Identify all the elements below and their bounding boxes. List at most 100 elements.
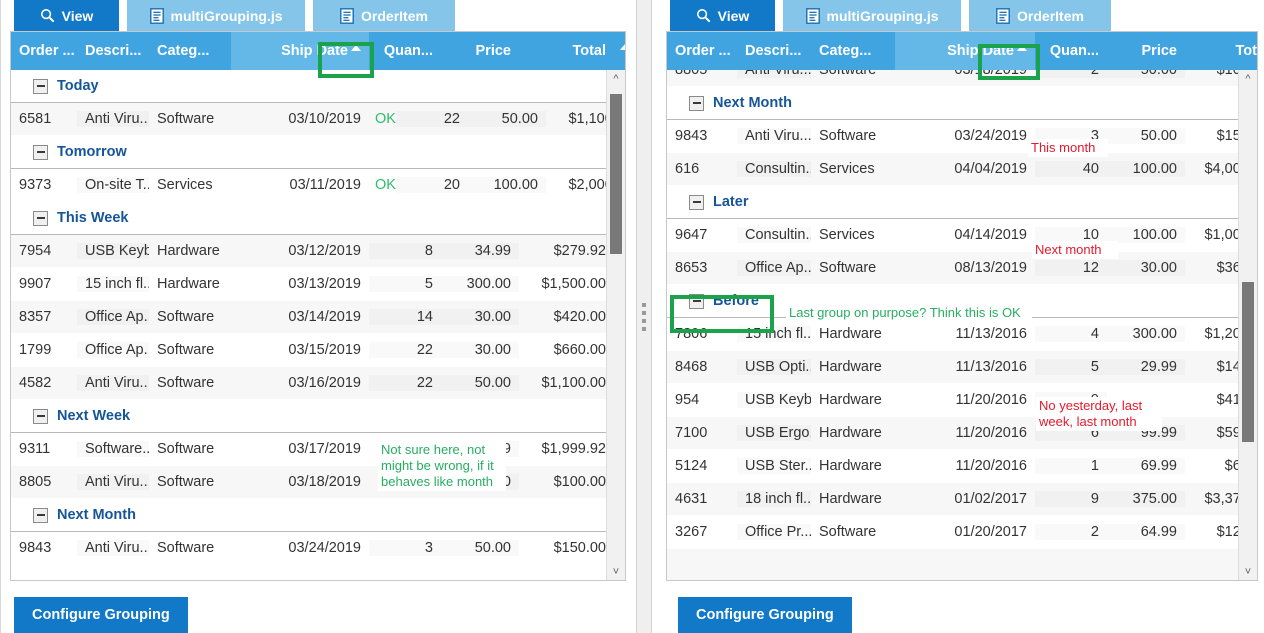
configure-grouping-button-left[interactable]: Configure Grouping xyxy=(14,597,188,633)
cell-order: 8805 xyxy=(19,474,52,490)
tab-orderitem[interactable]: OrderItem xyxy=(313,0,455,31)
group-header-row[interactable]: Next Month xyxy=(11,499,606,532)
table-row[interactable]: 5124 USB Ster... Hardware 11/20/2016 1 69.99 $… xyxy=(667,450,1238,483)
cell-ship: 03/11/2019 xyxy=(289,177,362,193)
cell-ship: 08/13/2019 xyxy=(954,260,1027,276)
group-header-row[interactable]: This Week xyxy=(11,202,606,235)
collapse-group-icon[interactable] xyxy=(689,293,704,309)
table-row[interactable]: 3267 Office Pr... Software 01/20/2017 2 64.99… xyxy=(667,516,1238,549)
table-row[interactable]: 8805Anti Viru...Software03/18/2019.00$10… xyxy=(11,466,606,499)
table-row[interactable]: 9311Software...Software03/17/2019.99$1,9… xyxy=(11,433,606,466)
cell-qty: 12 xyxy=(1035,260,1107,276)
left-grid-panel: View multiGrouping.js OrderItem Order ... D… xyxy=(0,0,632,633)
tab-orderitem[interactable]: OrderItem xyxy=(969,0,1111,31)
table-row[interactable]: 9843 Anti Viru... Software 03/24/2019 3 50.00… xyxy=(11,532,606,565)
table-row[interactable]: 8468 USB Opti... Hardware 11/13/2016 5 29.99 $… xyxy=(667,351,1238,384)
tab-multigrouping-js[interactable]: multiGrouping.js xyxy=(783,0,961,31)
cell-cat: Hardware xyxy=(819,359,882,375)
column-header-total[interactable]: Total xyxy=(1185,32,1257,70)
table-row[interactable]: 616 Consultin... Services 04/04/2019 40 100.0… xyxy=(667,153,1238,186)
table-row[interactable]: 9647 Consultin... Services 04/14/2019 10 100.… xyxy=(667,219,1238,252)
column-header-order[interactable]: Order ... xyxy=(11,32,77,70)
group-header-label: This Week xyxy=(57,210,129,226)
table-row[interactable]: 9373 On-site T... Services 03/11/2019 OK 20 10… xyxy=(11,169,606,202)
right-vertical-scrollbar[interactable]: ^ ˅ xyxy=(1238,70,1257,580)
column-header-ship[interactable]: Ship Date xyxy=(231,32,369,70)
scroll-down-icon[interactable]: ˅ xyxy=(607,563,625,580)
file-icon xyxy=(805,7,820,24)
tab-view[interactable]: View xyxy=(14,0,119,31)
cell-ship: 11/20/2016 xyxy=(955,458,1028,474)
cell-ship: 03/18/2019 xyxy=(288,474,361,490)
configure-grouping-button-right[interactable]: Configure Grouping xyxy=(678,597,852,633)
file-icon xyxy=(996,7,1010,24)
table-row[interactable]: 7806 15 inch fl... Hardware 11/13/2016 4 300.… xyxy=(667,318,1238,351)
table-row[interactable]: 4582 Anti Viru... Software 03/16/2019 22 50.0… xyxy=(11,367,606,400)
cell-total: $4,000.00 xyxy=(1204,161,1238,177)
cell-total: $419.88 xyxy=(1216,392,1238,408)
cell-price: 50.00 xyxy=(1107,70,1185,78)
collapse-group-icon[interactable] xyxy=(689,194,704,210)
cell-desc: Anti Viru... xyxy=(77,111,149,127)
table-row[interactable]: 8805 Anti Viru... Software 03/18/2019 2 50.00… xyxy=(667,70,1238,87)
column-header-desc[interactable]: Descri... xyxy=(737,32,811,70)
group-header-row[interactable]: Today xyxy=(11,70,606,103)
collapse-group-icon[interactable] xyxy=(33,507,48,523)
left-vertical-scrollbar[interactable]: ^ ˅ xyxy=(606,70,625,580)
column-header-cat[interactable]: Categ... xyxy=(149,32,231,70)
column-header-qty[interactable]: Quan... xyxy=(1035,32,1107,70)
cell-total: $1,100.00 xyxy=(568,111,606,127)
search-icon xyxy=(696,8,711,23)
cell-order: 8468 xyxy=(675,359,708,375)
panel-splitter[interactable] xyxy=(636,0,652,633)
tab-view[interactable]: View xyxy=(670,0,775,31)
table-row[interactable]: 1799 Office Ap... Software 03/15/2019 22 30.0… xyxy=(11,334,606,367)
table-row[interactable]: 9907 15 inch fl... Hardware 03/13/2019 5 300.… xyxy=(11,268,606,301)
cell-desc: On-site T... xyxy=(77,177,149,193)
cell-qty: 3 xyxy=(369,540,441,556)
cell-price: 100.00 xyxy=(1107,161,1185,177)
cell-price: 50.00 xyxy=(441,540,519,556)
column-header-ship[interactable]: Ship Date xyxy=(895,32,1035,70)
column-header-total[interactable]: Total xyxy=(519,32,614,70)
group-header-row[interactable]: Next Week xyxy=(11,400,606,433)
column-header-desc[interactable]: Descri... xyxy=(77,32,149,70)
collapse-group-icon[interactable] xyxy=(33,144,48,160)
column-header-price[interactable]: Price xyxy=(1107,32,1185,70)
group-header-row[interactable]: Next Month xyxy=(667,87,1238,120)
scroll-down-icon[interactable]: ˅ xyxy=(1239,563,1257,580)
cell-price: 34.99 xyxy=(441,243,519,259)
scrollbar-thumb[interactable] xyxy=(610,94,622,254)
column-header-qty[interactable]: Quan... xyxy=(369,32,441,70)
cell-ship: 04/04/2019 xyxy=(954,161,1027,177)
cell-qty: 14 xyxy=(369,309,441,325)
table-row[interactable]: 7954 USB Keyb... Hardware 03/12/2019 834.99 $… xyxy=(11,235,606,268)
right-grid-rows: 8805 Anti Viru... Software 03/18/2019 2 50.00… xyxy=(667,70,1238,580)
scroll-up-icon[interactable]: ^ xyxy=(1239,70,1257,87)
cell-cat: Software xyxy=(157,342,215,358)
table-row[interactable]: 4631 18 inch fl... Hardware 01/02/2017 9 375.… xyxy=(667,483,1238,516)
scrollbar-thumb[interactable] xyxy=(1242,282,1254,442)
table-row[interactable] xyxy=(667,549,1238,580)
group-header-row[interactable]: Later xyxy=(667,186,1238,219)
collapse-group-icon[interactable] xyxy=(33,408,48,424)
table-row[interactable]: 8357 Office Ap... Software 03/14/2019 14 30.0… xyxy=(11,301,606,334)
column-header-order[interactable]: Order ... xyxy=(667,32,737,70)
group-header-label: Today xyxy=(57,78,99,94)
cell-cat: Hardware xyxy=(819,491,882,507)
group-header-row[interactable]: Tomorrow xyxy=(11,136,606,169)
collapse-group-icon[interactable] xyxy=(33,78,48,94)
column-header-cat[interactable]: Categ... xyxy=(811,32,895,70)
collapse-group-icon[interactable] xyxy=(33,210,48,226)
table-row[interactable]: 6581 Anti Viru... Software 03/10/2019 OK 22 50… xyxy=(11,103,606,136)
cell-price: 100.00 xyxy=(468,177,546,193)
column-header-price[interactable]: Price xyxy=(441,32,519,70)
table-row[interactable]: 9843 Anti Viru... Software 03/24/2019 3 50.00… xyxy=(667,120,1238,153)
cell-total: $150.00 xyxy=(553,540,606,556)
collapse-group-icon[interactable] xyxy=(689,95,704,111)
cell-total: $3,375.00 xyxy=(1204,491,1238,507)
column-chooser-corner[interactable] xyxy=(614,32,625,70)
scroll-up-icon[interactable]: ^ xyxy=(607,70,625,87)
table-row[interactable]: 8653 Office Ap... Software 08/13/2019 12 30.0… xyxy=(667,252,1238,285)
tab-multigrouping-js[interactable]: multiGrouping.js xyxy=(127,0,305,31)
